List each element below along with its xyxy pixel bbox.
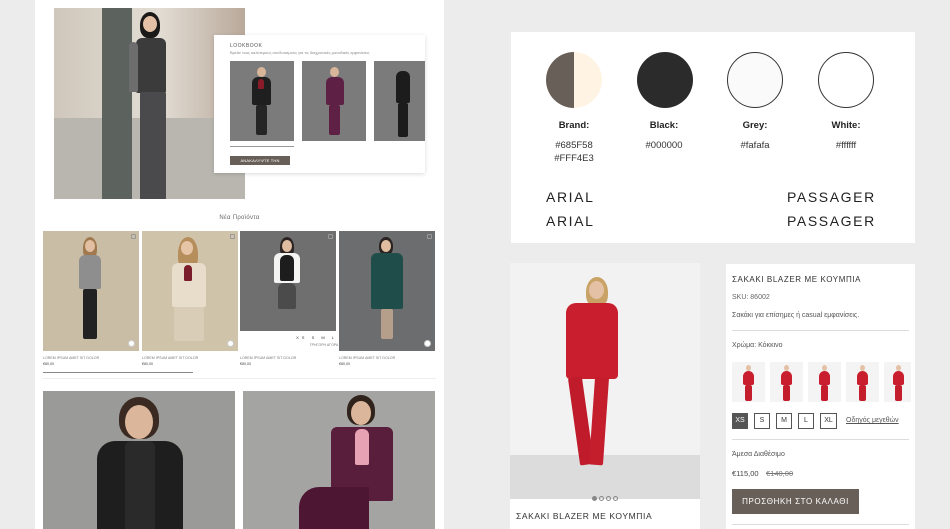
- swatch-label: Brand:: [558, 120, 590, 131]
- lookbook-panel: LOOKBOOK Βρείτε τους καλύτερους συνδυασμ…: [214, 35, 425, 173]
- carousel-dots[interactable]: [510, 488, 700, 506]
- lookbook-subtitle: Βρείτε τους καλύτερους συνδυασμούς για τ…: [230, 50, 370, 55]
- color-label: Χρώμα: Κόκκινο: [732, 342, 783, 349]
- size-option-s[interactable]: S: [754, 413, 770, 429]
- add-to-cart-button[interactable]: ΠΡΟΣΘΗΚΗ ΣΤΟ ΚΑΛΑΘΙ: [732, 489, 859, 514]
- grey-color-swatch: [727, 52, 783, 108]
- color-thumbnail[interactable]: [846, 362, 879, 402]
- style-guide-card: Brand: Black: Grey: White: #685F58 #FFF4…: [511, 32, 915, 243]
- product-card-image[interactable]: [43, 231, 139, 351]
- swatch-label: Black:: [649, 120, 679, 131]
- carousel-dot[interactable]: [606, 496, 611, 501]
- color-thumbnail[interactable]: [884, 362, 911, 402]
- product-detail-panel: ΣΑΚΑΚΙ BLAZER ΜΕ ΚΟΥΜΠΙΑ SKU: 86002 Σακά…: [726, 264, 915, 529]
- carousel-dot[interactable]: [613, 496, 618, 501]
- lookbook-image[interactable]: [302, 61, 366, 141]
- lookbook-title: LOOKBOOK: [230, 43, 263, 49]
- swatch-label: Grey:: [742, 120, 768, 131]
- product-name[interactable]: LOREM IPSUM AMET SIT DOLOR: [43, 356, 99, 360]
- swatch-hex: #685F58 #FFF4E3: [529, 139, 619, 165]
- availability-status: Άμεσα Διαθέσιμο: [732, 451, 785, 458]
- product-card-image[interactable]: [142, 231, 238, 351]
- swatch-hex: #000000: [645, 140, 683, 151]
- carousel-dot[interactable]: [599, 496, 604, 501]
- desktop-homepage-mockup: LOOKBOOK Βρείτε τους καλύτερους συνδυασμ…: [35, 0, 444, 529]
- font-sample-arial: ARIAL: [546, 189, 595, 205]
- product-price: €80,00: [240, 362, 251, 366]
- swatch-label: White:: [831, 120, 861, 131]
- size-option-xs[interactable]: XS: [732, 413, 748, 429]
- divider: [732, 330, 909, 331]
- divider: [732, 439, 909, 440]
- wishlist-icon[interactable]: [230, 234, 235, 239]
- product-description: Σακάκι για επίσημες ή casual εμφανίσεις.: [732, 312, 860, 319]
- banner-image[interactable]: [243, 391, 435, 529]
- product-name[interactable]: LOREM IPSUM AMET SIT DOLOR: [240, 356, 296, 360]
- lookbook-progress-line: [230, 146, 294, 147]
- product-title: ΣΑΚΑΚΙ BLAZER ΜΕ ΚΟΥΜΠΙΑ: [732, 275, 862, 284]
- product-price: €80,00: [43, 362, 54, 366]
- swatch-hex: #fafafa: [740, 140, 770, 151]
- brand-color-swatch: [546, 52, 602, 108]
- lookbook-image[interactable]: [230, 61, 294, 141]
- discover-collection-button[interactable]: ΑΝΑΚΑΛΥΨΤΕ ΤΗΝ ΣΥΛΛΟΓΗ: [230, 156, 290, 172]
- product-sku: SKU: 86002: [732, 294, 770, 301]
- wishlist-icon[interactable]: [427, 234, 432, 239]
- swatch-hex-secondary: #FFF4E3: [554, 153, 594, 164]
- quick-view-icon[interactable]: [227, 340, 234, 347]
- font-sample-passager: PASSAGER: [787, 213, 876, 229]
- product-main-image[interactable]: [510, 263, 700, 499]
- brand-color-secondary: [574, 52, 602, 108]
- product-card-image[interactable]: [240, 231, 336, 331]
- old-price: €140,00: [766, 469, 794, 478]
- swatch-hex: #ffffff: [835, 140, 857, 151]
- carousel-dot[interactable]: [592, 496, 597, 501]
- black-color-swatch: [637, 52, 693, 108]
- mobile-product-title: ΣΑΚΑΚΙ BLAZER ΜΕ ΚΟΥΜΠΙΑ: [516, 511, 653, 521]
- product-price: €80,00: [142, 362, 153, 366]
- size-guide-link[interactable]: Οδηγός μεγεθών: [846, 417, 899, 424]
- color-thumbnail[interactable]: [732, 362, 765, 402]
- divider: [732, 524, 909, 525]
- font-sample-passager: PASSAGER: [787, 189, 876, 205]
- size-option-xl[interactable]: XL: [820, 413, 837, 429]
- quick-view-icon[interactable]: [424, 340, 431, 347]
- wishlist-icon[interactable]: [328, 234, 333, 239]
- size-option-l[interactable]: L: [798, 413, 814, 429]
- font-sample-arial: ARIAL: [546, 213, 595, 229]
- product-name[interactable]: LOREM IPSUM AMET SIT DOLOR: [142, 356, 198, 360]
- white-color-swatch: [818, 52, 874, 108]
- banner-image[interactable]: [43, 391, 235, 529]
- product-card-image[interactable]: [339, 231, 435, 351]
- quick-view-icon[interactable]: [128, 340, 135, 347]
- swatch-hex-primary: #685F58: [555, 140, 593, 151]
- product-price: €80,00: [339, 362, 350, 366]
- new-products-heading: Νέα Προϊόντα: [219, 215, 260, 221]
- color-thumbnail[interactable]: [770, 362, 803, 402]
- wishlist-icon[interactable]: [131, 234, 136, 239]
- color-thumbnail[interactable]: [808, 362, 841, 402]
- section-divider: [43, 378, 436, 379]
- mobile-product-gallery: ΣΑΚΑΚΙ BLAZER ΜΕ ΚΟΥΜΠΙΑ: [510, 263, 700, 529]
- lookbook-image[interactable]: [374, 61, 425, 141]
- current-price: €115,00: [732, 469, 759, 478]
- carousel-scrollbar[interactable]: [43, 372, 193, 373]
- brand-color-primary: [546, 52, 574, 108]
- size-option-m[interactable]: M: [776, 413, 792, 429]
- product-name[interactable]: LOREM IPSUM AMET SIT DOLOR: [339, 356, 395, 360]
